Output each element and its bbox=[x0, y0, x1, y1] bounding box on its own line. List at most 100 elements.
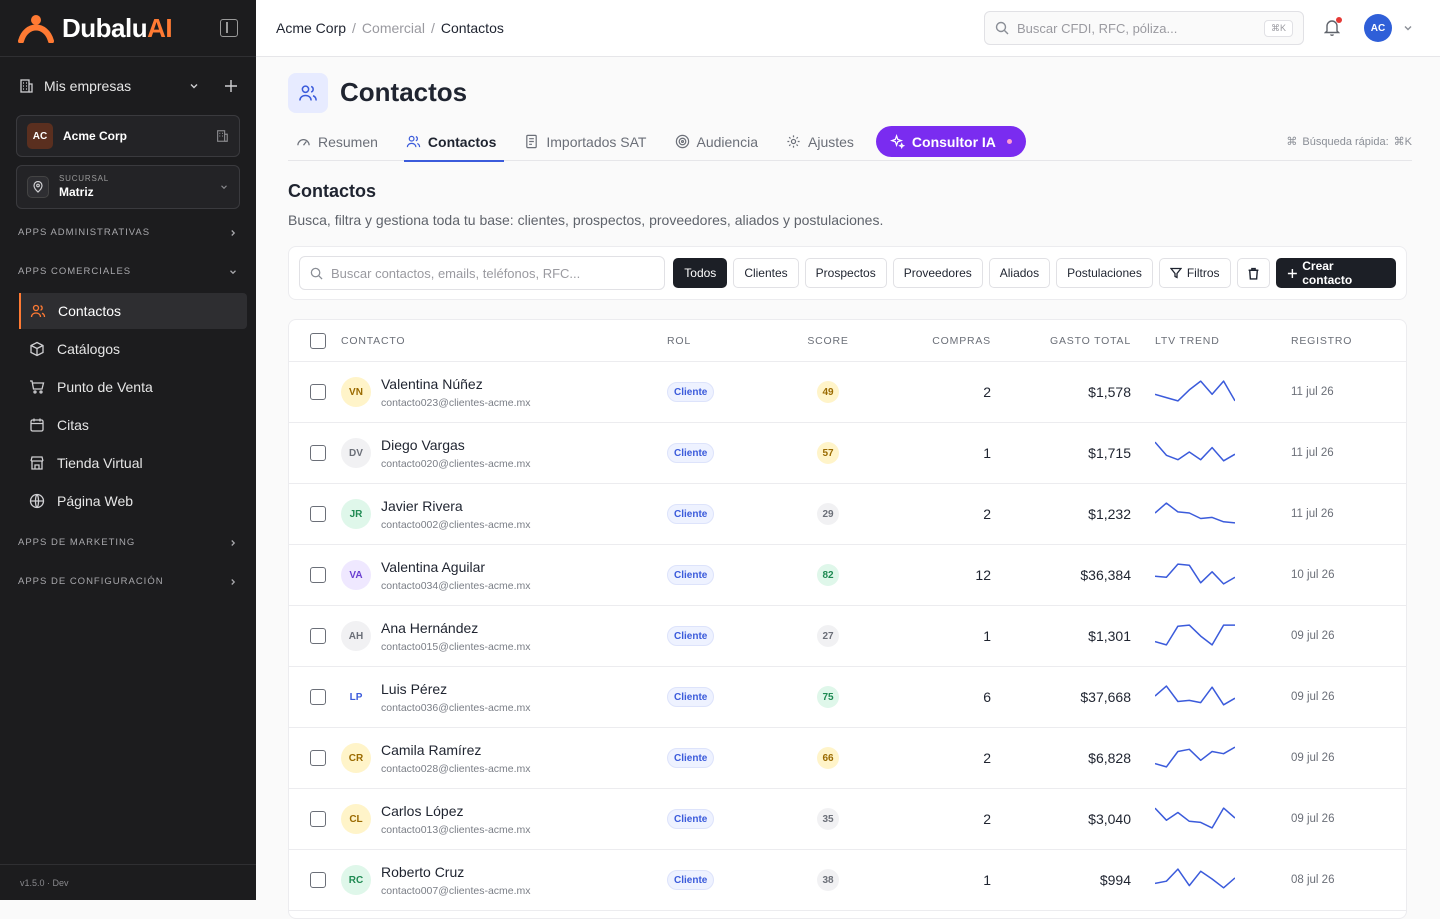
tab-ajustes[interactable]: Ajustes bbox=[778, 123, 862, 161]
section-label: APPS DE CONFIGURACIÓN bbox=[18, 576, 164, 587]
tab-importados-sat[interactable]: Importados SAT bbox=[516, 123, 654, 161]
contact-cell[interactable]: CR Camila Ramírez contacto028@clientes-a… bbox=[341, 742, 663, 775]
contact-name[interactable]: Ana Hernández bbox=[381, 620, 531, 636]
tab-resumen[interactable]: Resumen bbox=[288, 123, 386, 161]
contact-info: Javier Rivera contacto002@clientes-acme.… bbox=[381, 498, 531, 531]
contact-name[interactable]: Valentina Aguilar bbox=[381, 559, 531, 575]
filter-chip-todos[interactable]: Todos bbox=[673, 258, 728, 288]
contact-name[interactable]: Carlos López bbox=[381, 803, 531, 819]
row-checkbox[interactable] bbox=[310, 750, 326, 766]
table-row[interactable]: CL Carlos López contacto013@clientes-acm… bbox=[289, 789, 1406, 850]
trash-icon bbox=[1248, 267, 1258, 280]
notifications-bell-icon[interactable] bbox=[1323, 17, 1342, 39]
contact-name[interactable]: Diego Vargas bbox=[381, 437, 531, 453]
row-checkbox[interactable] bbox=[310, 445, 326, 461]
contact-cell[interactable]: CL Carlos López contacto013@clientes-acm… bbox=[341, 803, 663, 836]
chevron-right-icon bbox=[231, 578, 236, 585]
table-row[interactable]: JR Javier Rivera contacto002@clientes-ac… bbox=[289, 484, 1406, 545]
col-score[interactable]: SCORE bbox=[783, 335, 873, 347]
sidebar-item-citas[interactable]: Citas bbox=[19, 407, 247, 443]
section-apps-admin[interactable]: APPS ADMINISTRATIVAS bbox=[0, 213, 256, 252]
section-apps-marketing[interactable]: APPS DE MARKETING bbox=[0, 523, 256, 562]
score-badge: 75 bbox=[817, 686, 839, 708]
brand-logo[interactable]: DubaluAI bbox=[18, 13, 173, 44]
main-content: Contactos Resumen Contactos Importados S… bbox=[256, 57, 1440, 919]
company-selector[interactable]: AC Acme Corp bbox=[16, 115, 240, 157]
tab-audiencia[interactable]: Audiencia bbox=[667, 123, 767, 161]
create-contact-button[interactable]: Crear contacto bbox=[1275, 258, 1396, 288]
contact-name[interactable]: Valentina Núñez bbox=[381, 376, 531, 392]
tab-consultor-ia[interactable]: Consultor IA bbox=[875, 126, 1026, 157]
contact-name[interactable]: Luis Pérez bbox=[381, 681, 531, 697]
contact-cell[interactable]: RC Roberto Cruz contacto007@clientes-acm… bbox=[341, 864, 663, 897]
row-checkbox[interactable] bbox=[310, 506, 326, 522]
col-gasto-total[interactable]: GASTO TOTAL bbox=[1003, 335, 1143, 347]
contact-name[interactable]: Camila Ramírez bbox=[381, 742, 531, 758]
store-icon bbox=[30, 456, 44, 470]
col-rol[interactable]: ROL bbox=[663, 335, 783, 347]
filter-chip-clientes[interactable]: Clientes bbox=[733, 258, 799, 288]
row-checkbox[interactable] bbox=[310, 384, 326, 400]
table-row[interactable]: VN Valentina Núñez contacto023@clientes-… bbox=[289, 362, 1406, 423]
row-checkbox[interactable] bbox=[310, 567, 326, 583]
chevron-down-icon[interactable] bbox=[1402, 22, 1414, 34]
breadcrumb-item[interactable]: Acme Corp bbox=[276, 20, 346, 36]
gasto-total-value: $1,715 bbox=[1088, 445, 1131, 461]
section-apps-comerciales[interactable]: APPS COMERCIALES bbox=[0, 252, 256, 291]
table-row[interactable]: CR Camila Ramírez contacto028@clientes-a… bbox=[289, 728, 1406, 789]
tab-bar: Resumen Contactos Importados SAT Audienc… bbox=[288, 123, 1412, 162]
mis-empresas-row[interactable]: Mis empresas bbox=[0, 57, 256, 115]
contact-cell[interactable]: DV Diego Vargas contacto020@clientes-acm… bbox=[341, 437, 663, 470]
table-row[interactable]: RC Roberto Cruz contacto007@clientes-acm… bbox=[289, 850, 1406, 911]
global-search-input[interactable]: Buscar CFDI, RFC, póliza... ⌘K bbox=[984, 11, 1304, 45]
box-icon bbox=[30, 341, 44, 357]
sidebar-item-contactos[interactable]: Contactos bbox=[19, 293, 247, 329]
sidebar-item-punto-de-venta[interactable]: Punto de Venta bbox=[19, 369, 247, 405]
ltv-trend-line bbox=[1154, 684, 1236, 706]
contact-cell[interactable]: VN Valentina Núñez contacto023@clientes-… bbox=[341, 376, 663, 409]
section-label: APPS ADMINISTRATIVAS bbox=[18, 227, 151, 238]
breadcrumb-item[interactable]: Comercial bbox=[362, 20, 425, 36]
contact-initials-avatar: DV bbox=[341, 438, 371, 468]
plus-icon[interactable] bbox=[224, 79, 238, 93]
select-all-checkbox[interactable] bbox=[310, 332, 326, 349]
row-checkbox[interactable] bbox=[310, 811, 326, 827]
table-row[interactable]: VA Valentina Aguilar contacto034@cliente… bbox=[289, 545, 1406, 606]
row-checkbox[interactable] bbox=[310, 628, 326, 644]
contact-cell[interactable]: JR Javier Rivera contacto002@clientes-ac… bbox=[341, 498, 663, 531]
compras-value: 2 bbox=[983, 750, 991, 766]
create-contact-label: Crear contacto bbox=[1302, 259, 1353, 287]
chevron-down-icon[interactable] bbox=[188, 80, 200, 92]
tab-contactos[interactable]: Contactos bbox=[398, 123, 505, 162]
sidebar-item-tienda-virtual[interactable]: Tienda Virtual bbox=[19, 445, 247, 481]
tab-label: Resumen bbox=[318, 133, 378, 150]
contact-name[interactable]: Roberto Cruz bbox=[381, 864, 531, 880]
filter-chip-postulaciones[interactable]: Postulaciones bbox=[1056, 258, 1153, 288]
table-row[interactable]: AH Ana Hernández contacto015@clientes-ac… bbox=[289, 606, 1406, 667]
sidebar-collapse-icon[interactable] bbox=[220, 19, 238, 37]
table-row[interactable]: DV Diego Vargas contacto020@clientes-acm… bbox=[289, 423, 1406, 484]
user-avatar[interactable]: AC bbox=[1364, 14, 1392, 42]
sidebar-item-catalogos[interactable]: Catálogos bbox=[19, 331, 247, 367]
col-compras[interactable]: COMPRAS bbox=[873, 335, 1003, 347]
filter-chip-aliados[interactable]: Aliados bbox=[988, 258, 1051, 288]
row-checkbox[interactable] bbox=[310, 872, 326, 888]
contact-info: Carlos López contacto013@clientes-acme.m… bbox=[381, 803, 531, 836]
filter-chip-prospectos[interactable]: Prospectos bbox=[804, 258, 887, 288]
filter-chip-proveedores[interactable]: Proveedores bbox=[892, 258, 983, 288]
contact-name[interactable]: Javier Rivera bbox=[381, 498, 531, 514]
delete-button[interactable] bbox=[1236, 258, 1270, 288]
filters-button[interactable]: Filtros bbox=[1158, 258, 1231, 288]
col-registro[interactable]: REGISTRO bbox=[1283, 335, 1393, 347]
table-row[interactable]: LP Luis Pérez contacto036@clientes-acme.… bbox=[289, 667, 1406, 728]
contacts-search-input[interactable]: Buscar contactos, emails, teléfonos, RFC… bbox=[299, 256, 666, 290]
contact-cell[interactable]: VA Valentina Aguilar contacto034@cliente… bbox=[341, 559, 663, 592]
section-apps-configuracion[interactable]: APPS DE CONFIGURACIÓN bbox=[0, 562, 256, 601]
row-checkbox[interactable] bbox=[310, 689, 326, 705]
sidebar-item-pagina-web[interactable]: Página Web bbox=[19, 483, 247, 519]
contact-cell[interactable]: AH Ana Hernández contacto015@clientes-ac… bbox=[341, 620, 663, 653]
contact-cell[interactable]: LP Luis Pérez contacto036@clientes-acme.… bbox=[341, 681, 663, 714]
col-contacto[interactable]: CONTACTO bbox=[341, 335, 663, 347]
branch-selector[interactable]: SUCURSAL Matriz bbox=[16, 165, 240, 209]
score-cell: 27 bbox=[783, 625, 873, 647]
